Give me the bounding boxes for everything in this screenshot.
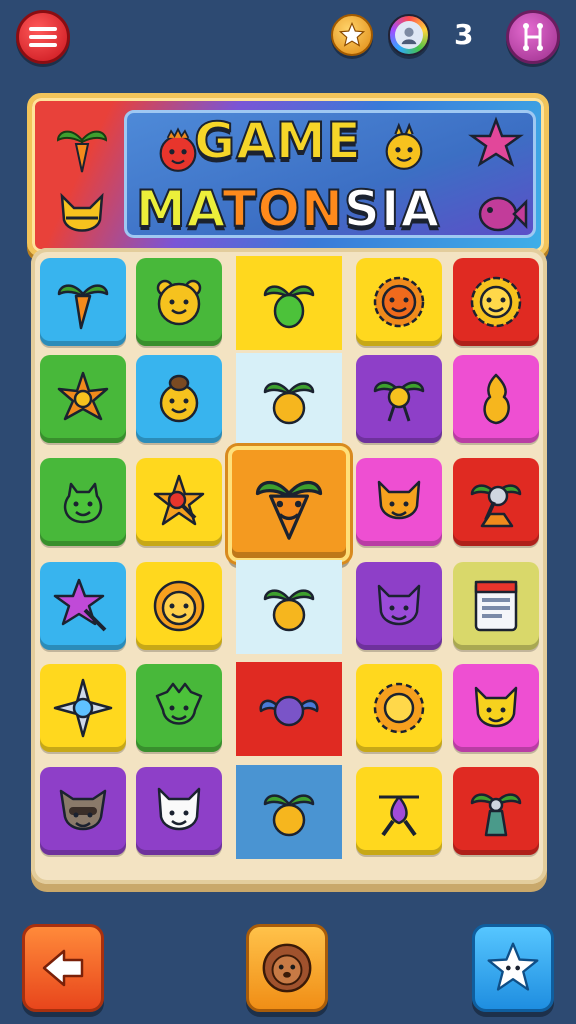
palm-orange-icon: [263, 794, 315, 837]
grid-button[interactable]: [506, 10, 560, 64]
frog-icon: [63, 482, 103, 524]
board-tile[interactable]: [136, 767, 222, 855]
board-tile[interactable]: [40, 767, 126, 855]
leaf-fruit-icon: [263, 285, 315, 329]
board-tile[interactable]: [40, 258, 126, 346]
board-tile[interactable]: [356, 664, 442, 752]
lion-face-icon: [153, 580, 205, 632]
board-tile[interactable]: [136, 258, 222, 346]
winged-ball-icon: [259, 695, 319, 727]
flower-icon: [57, 371, 109, 421]
board-tile[interactable]: [356, 458, 442, 546]
board-tile[interactable]: [356, 355, 442, 443]
cat-face-icon: [377, 584, 421, 626]
board-tile[interactable]: [236, 560, 342, 654]
board-tile[interactable]: [356, 767, 442, 855]
white-cat-icon: [157, 787, 201, 831]
hamburger-menu-icon: [29, 27, 57, 47]
board-tile[interactable]: [40, 355, 126, 443]
menu-button[interactable]: [16, 10, 70, 64]
star-button[interactable]: [472, 924, 554, 1012]
star-wand-icon: [53, 578, 107, 632]
carrot-face-icon: [255, 481, 323, 540]
star-magnifier-icon: [153, 474, 205, 526]
star-face-icon: [487, 942, 539, 991]
drop-pin-icon: [379, 795, 419, 837]
title-part-ton: TON: [221, 179, 344, 239]
board-tile[interactable]: [453, 767, 539, 855]
bear-face-icon: [156, 279, 202, 326]
board-tile[interactable]: [40, 562, 126, 650]
board-tile[interactable]: [136, 562, 222, 650]
shuriken-gem-icon: [53, 678, 113, 738]
player-avatar-icon: [401, 27, 417, 45]
bear-with-hat-icon: [159, 374, 199, 423]
palm-pin-icon: [373, 381, 425, 422]
trophy-lamp-icon: [470, 793, 522, 837]
lion-avatar-icon: [262, 943, 312, 993]
fox-face-icon: [377, 480, 421, 520]
lamp-pyramid-icon: [470, 484, 522, 528]
sun-face-icon: [373, 276, 425, 328]
board-tile[interactable]: [228, 446, 350, 562]
dragon-face-icon: [155, 682, 203, 725]
raccoon-face-icon: [59, 789, 107, 831]
player-avatar[interactable]: [388, 14, 430, 56]
board-tile[interactable]: [453, 458, 539, 546]
title-part-ma: MA: [135, 179, 223, 239]
character-button[interactable]: [246, 924, 328, 1012]
title-line-2: MATONSIA: [0, 179, 576, 239]
board-tile[interactable]: [453, 562, 539, 650]
star-coin-icon: [338, 21, 366, 47]
palm-orange-icon: [263, 382, 315, 425]
board-tile[interactable]: [356, 562, 442, 650]
board-tile[interactable]: [453, 664, 539, 752]
board-tile[interactable]: [356, 258, 442, 346]
back-button[interactable]: [22, 924, 104, 1012]
cat-yellow-icon: [474, 686, 518, 728]
board-tile[interactable]: [136, 355, 222, 443]
board-tile[interactable]: [236, 256, 342, 350]
gourd-icon: [483, 373, 510, 425]
board-tile[interactable]: [236, 662, 342, 756]
sunflower-face-icon: [470, 276, 522, 328]
board-tile[interactable]: [40, 664, 126, 752]
board-tile[interactable]: [136, 458, 222, 546]
board-tile[interactable]: [236, 765, 342, 859]
star-coin[interactable]: [331, 14, 373, 56]
grid-network-icon: [523, 23, 543, 51]
board-tile[interactable]: [453, 258, 539, 346]
title-line-1: GAME: [193, 111, 362, 171]
document-icon: [474, 580, 518, 632]
moves-counter: 3: [454, 18, 474, 51]
title-part-sia: SIA: [343, 179, 441, 239]
board-tile[interactable]: [453, 355, 539, 443]
board-tile[interactable]: [236, 353, 342, 447]
board-tile[interactable]: [40, 458, 126, 546]
sun-icon: [373, 682, 425, 734]
arrow-left-icon: [42, 949, 84, 987]
board-tile[interactable]: [136, 664, 222, 752]
palm-orange-icon: [263, 589, 315, 632]
carrot-icon: [57, 284, 109, 330]
